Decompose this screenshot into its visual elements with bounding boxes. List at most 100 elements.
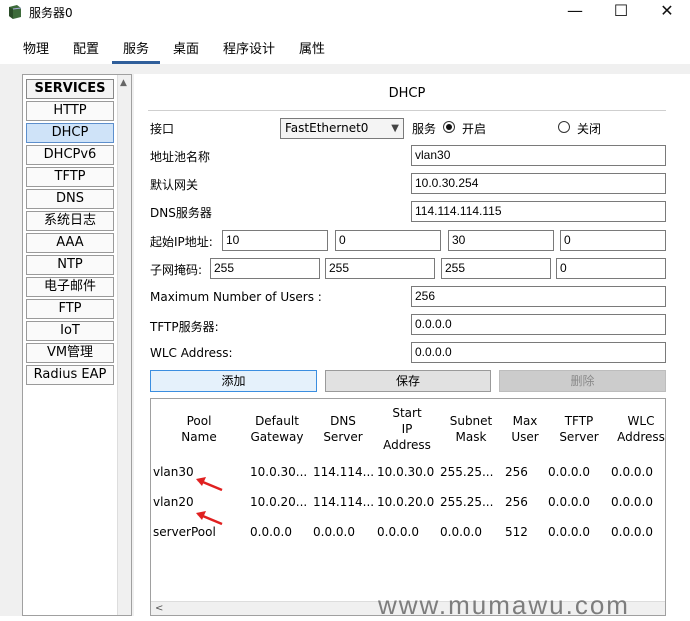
maximize-button[interactable]: ☐ — [598, 0, 644, 24]
service-label: 服务 — [412, 122, 437, 136]
interface-label: 接口 — [150, 122, 175, 136]
service-on-radio[interactable] — [443, 121, 455, 133]
chevron-down-icon: ▼ — [391, 123, 399, 134]
interface-select[interactable]: FastEthernet0 ▼ — [280, 118, 404, 139]
col-header-tftp-server: TFTP Server — [559, 414, 599, 444]
sidebar-item-dns[interactable]: DNS — [26, 189, 114, 209]
wlc-address-label: WLC Address: — [150, 346, 233, 360]
delete-button[interactable]: 删除 — [499, 370, 666, 392]
table-cell[interactable]: 0.0.0.0 — [548, 525, 610, 539]
tab-programming[interactable]: 程序设计 — [216, 36, 282, 64]
sidebar-scrollbar[interactable]: ▲ — [117, 75, 131, 615]
table-cell[interactable]: 0.0.0.0 — [313, 525, 375, 539]
col-header-max-user: Max User — [511, 414, 539, 444]
table-cell[interactable]: 0.0.0.0 — [548, 465, 610, 479]
table-cell[interactable]: 0.0.0.0 — [250, 525, 312, 539]
add-button[interactable]: 添加 — [150, 370, 317, 392]
annotation-arrow-icon — [196, 511, 223, 526]
tab-config[interactable]: 配置 — [66, 36, 106, 64]
sidebar-item-dhcpv6[interactable]: DHCPv6 — [26, 145, 114, 165]
subnet-mask-label: 子网掩码: — [150, 263, 203, 277]
table-cell[interactable]: 0.0.0.0 — [548, 495, 610, 509]
minimize-button[interactable]: — — [552, 0, 598, 24]
mask-octet-4[interactable]: 0 — [556, 258, 666, 279]
col-header-default-gateway: Default Gateway — [250, 414, 304, 444]
service-on-label: 开启 — [462, 122, 487, 136]
tab-physical[interactable]: 物理 — [16, 36, 56, 64]
col-header-wlc-address: WLC Address — [617, 414, 665, 444]
table-cell[interactable]: 255.25... — [440, 465, 502, 479]
sidebar-item-email[interactable]: 电子邮件 — [26, 277, 114, 297]
sidebar-item-ntp[interactable]: NTP — [26, 255, 114, 275]
interface-value: FastEthernet0 — [285, 121, 369, 135]
tftp-server-label: TFTP服务器: — [150, 320, 219, 334]
sidebar-item-syslog[interactable]: 系统日志 — [26, 211, 114, 231]
table-cell[interactable]: 0.0.0.0 — [611, 525, 665, 539]
services-sidebar: SERVICES HTTP DHCP DHCPv6 TFTP DNS 系统日志 … — [22, 74, 132, 616]
mask-octet-2[interactable]: 255 — [325, 258, 435, 279]
sidebar-item-aaa[interactable]: AAA — [26, 233, 114, 253]
table-cell[interactable]: 255.25... — [440, 495, 502, 509]
dns-server-input[interactable]: 114.114.114.115 — [411, 201, 666, 222]
mask-octet-1[interactable]: 255 — [210, 258, 320, 279]
sidebar-item-ftp[interactable]: FTP — [26, 299, 114, 319]
tab-services[interactable]: 服务 — [112, 36, 160, 64]
gateway-input[interactable]: 10.0.30.254 — [411, 173, 666, 194]
panel-title: DHCP — [388, 86, 426, 101]
scroll-left-icon[interactable]: < — [155, 603, 163, 614]
table-cell[interactable]: 256 — [505, 495, 545, 509]
window-title: 服务器0 — [29, 6, 73, 20]
max-users-label: Maximum Number of Users : — [150, 290, 322, 304]
col-header-start-ip: Start IP Address — [383, 406, 431, 452]
col-header-dns-server: DNS Server — [323, 414, 363, 444]
table-cell[interactable]: 0.0.0.0 — [611, 465, 665, 479]
table-cell[interactable]: 10.0.20... — [250, 495, 312, 509]
gateway-label: 默认网关 — [150, 178, 199, 192]
tab-desktop[interactable]: 桌面 — [166, 36, 206, 64]
table-cell[interactable]: 512 — [505, 525, 545, 539]
table-cell[interactable]: 0.0.0.0 — [377, 525, 439, 539]
col-header-subnet-mask: Subnet Mask — [449, 414, 493, 444]
tftp-server-input[interactable]: 0.0.0.0 — [411, 314, 666, 335]
annotation-arrows — [196, 477, 223, 526]
service-off-radio[interactable] — [558, 121, 570, 133]
annotation-arrow-icon — [196, 477, 223, 492]
sidebar-item-http[interactable]: HTTP — [26, 101, 114, 121]
title-bar: 服务器0 — ☐ ✕ — [0, 0, 690, 24]
server-app-icon — [9, 5, 22, 19]
tab-attributes[interactable]: 属性 — [292, 36, 332, 64]
col-header-pool-name: Pool Name — [181, 414, 217, 444]
table-cell[interactable]: 114.114... — [313, 495, 375, 509]
table-cell[interactable]: 10.0.30.0 — [377, 465, 439, 479]
table-cell[interactable]: 114.114... — [313, 465, 375, 479]
start-ip-octet-1[interactable]: 10 — [222, 230, 328, 251]
tab-bar: 物理 配置 服务 桌面 程序设计 属性 — [0, 36, 690, 64]
save-button[interactable]: 保存 — [325, 370, 491, 392]
mask-octet-3[interactable]: 255 — [441, 258, 551, 279]
start-ip-octet-4[interactable]: 0 — [560, 230, 666, 251]
pool-name-input[interactable]: vlan30 — [411, 145, 666, 166]
table-cell[interactable]: 256 — [505, 465, 545, 479]
max-users-input[interactable]: 256 — [411, 286, 666, 307]
sidebar-item-tftp[interactable]: TFTP — [26, 167, 114, 187]
sidebar-item-radius-eap[interactable]: Radius EAP — [26, 365, 114, 385]
table-cell[interactable]: 0.0.0.0 — [440, 525, 502, 539]
services-header: SERVICES — [26, 79, 114, 99]
title-divider — [148, 110, 666, 111]
table-cell[interactable]: 10.0.30... — [250, 465, 312, 479]
dns-server-label: DNS服务器 — [150, 206, 212, 220]
pool-name-label: 地址池名称 — [150, 150, 211, 164]
service-off-label: 关闭 — [577, 122, 602, 136]
start-ip-label: 起始IP地址: — [150, 235, 213, 249]
table-cell[interactable]: 0.0.0.0 — [611, 495, 665, 509]
wlc-address-input[interactable]: 0.0.0.0 — [411, 342, 666, 363]
sidebar-item-iot[interactable]: IoT — [26, 321, 114, 341]
watermark: www.mumawu.com — [378, 590, 630, 620]
start-ip-octet-2[interactable]: 0 — [335, 230, 441, 251]
close-button[interactable]: ✕ — [644, 0, 690, 24]
sidebar-item-vm[interactable]: VM管理 — [26, 343, 114, 363]
sidebar-item-dhcp[interactable]: DHCP — [26, 123, 114, 143]
start-ip-octet-3[interactable]: 30 — [448, 230, 554, 251]
scroll-up-icon[interactable]: ▲ — [120, 78, 127, 88]
table-cell[interactable]: 10.0.20.0 — [377, 495, 439, 509]
